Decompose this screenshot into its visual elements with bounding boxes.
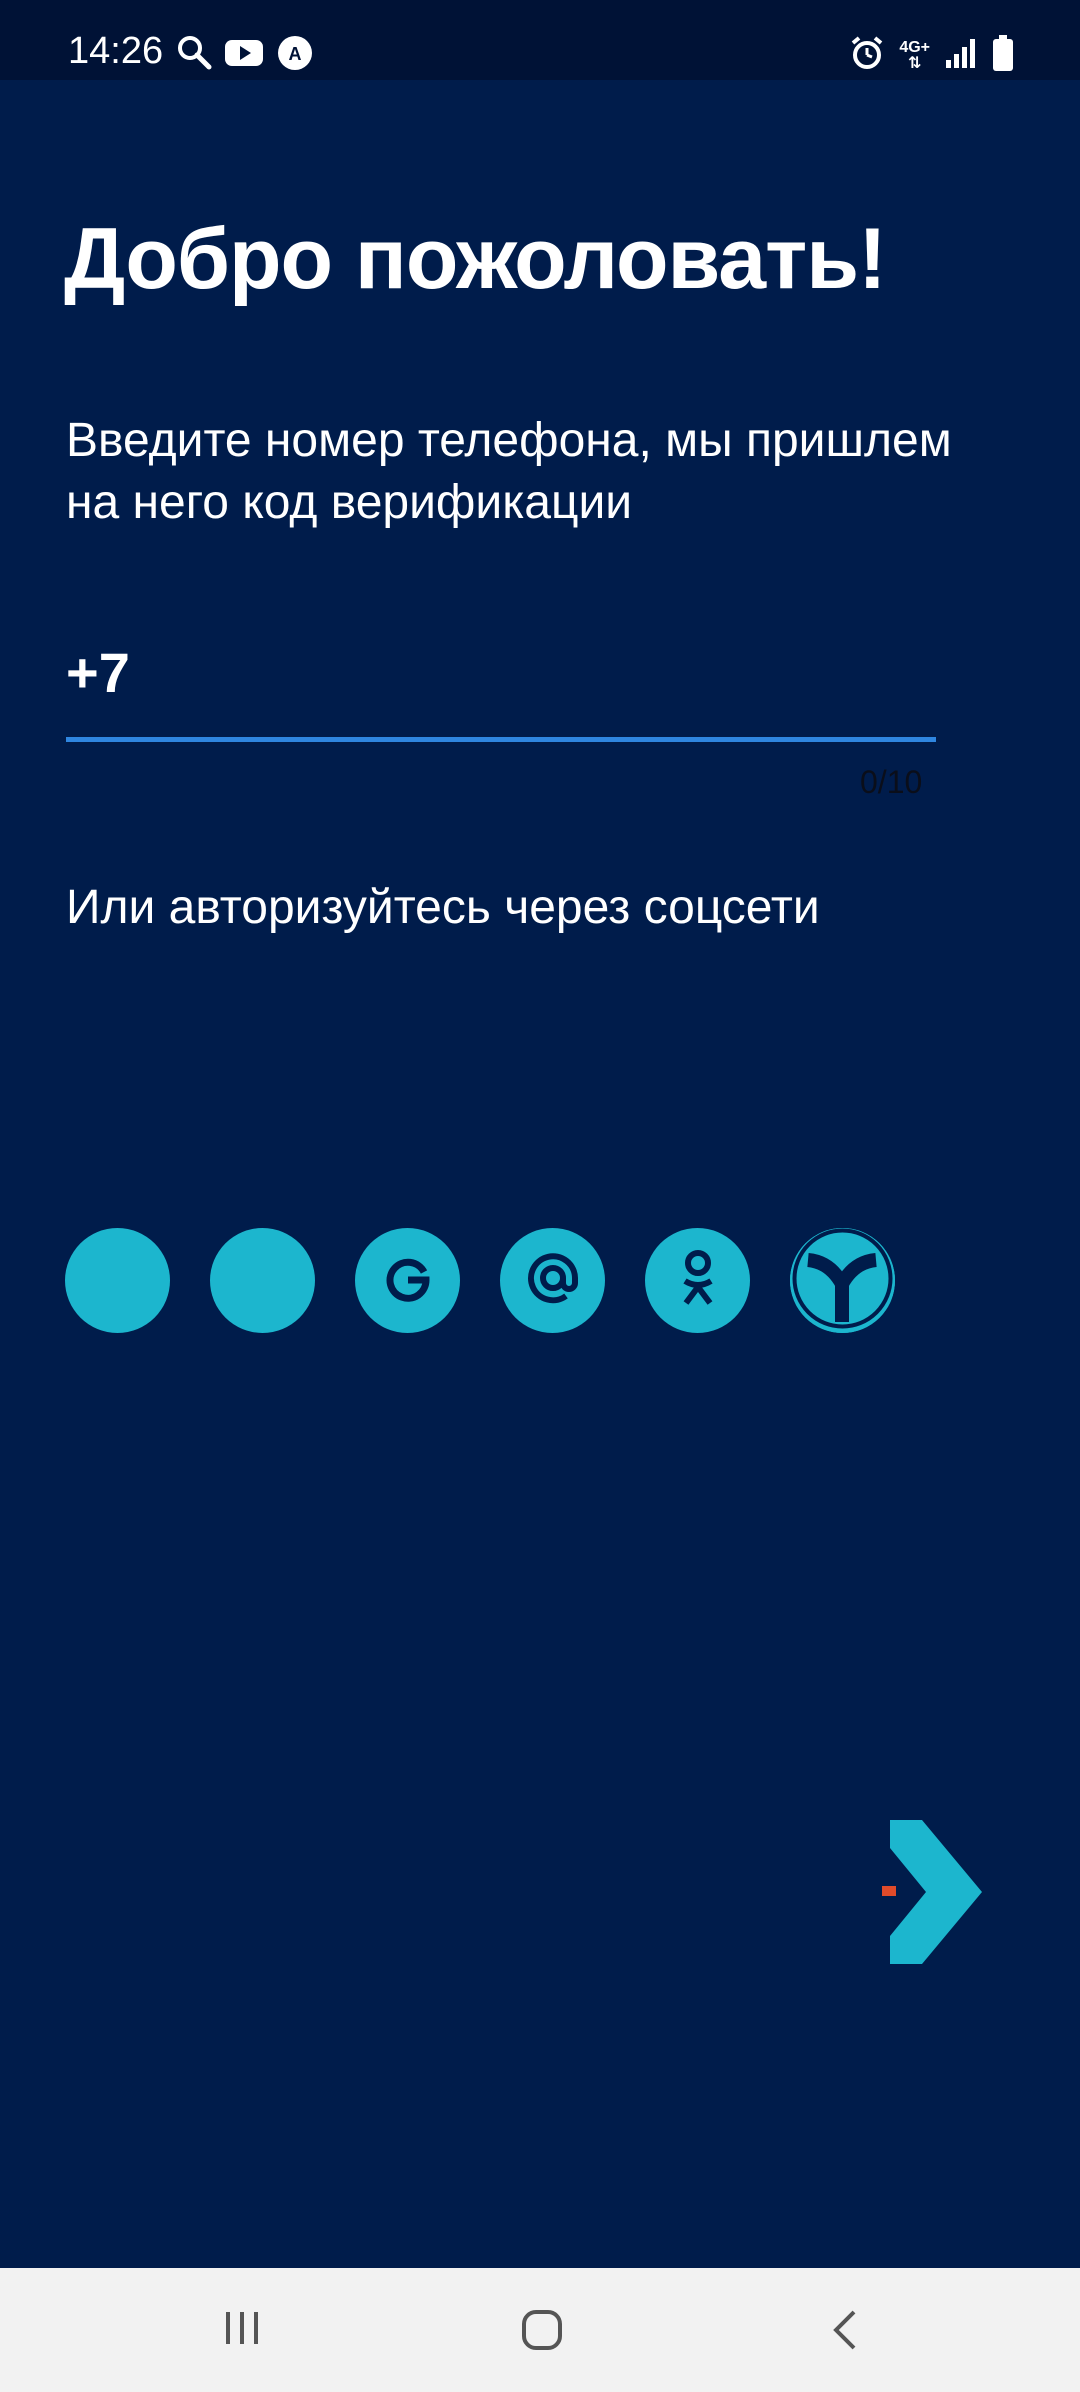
phone-input-underline [66, 737, 936, 742]
data-arrows-icon: ⇅ [907, 54, 922, 72]
social-login-title: Или авторизуйтесь через соцсети [66, 881, 820, 934]
social-mail-button[interactable] [500, 1228, 605, 1333]
status-icons-right: 4G+ ⇅ [849, 34, 1014, 77]
social-blank-1-button[interactable] [65, 1228, 170, 1333]
network-4g-icon: 4G+ ⇅ [899, 38, 930, 72]
social-blank-2-button[interactable] [210, 1228, 315, 1333]
phone-input[interactable]: +7 [66, 640, 934, 740]
social-yandex-button[interactable] [790, 1228, 895, 1333]
social-google-button[interactable] [355, 1228, 460, 1333]
google-icon [380, 1250, 436, 1311]
network-label: 4G+ [899, 38, 930, 56]
phone-char-counter: 0/10 [860, 764, 923, 800]
youtube-icon [224, 34, 264, 77]
recent-apps-icon[interactable] [222, 2308, 262, 2353]
odnoklassniki-icon [670, 1245, 726, 1316]
search-icon [176, 34, 212, 77]
next-button[interactable] [870, 1812, 990, 1972]
system-nav-bar [0, 2268, 1080, 2392]
home-icon[interactable] [520, 2308, 564, 2357]
signal-icon [944, 36, 978, 75]
at-icon [518, 1243, 588, 1318]
status-time: 14:26 [68, 30, 164, 72]
phone-instructions: Введите номер телефона, мы пришлем на не… [66, 414, 952, 529]
yandex-icon [790, 1226, 895, 1336]
status-bar: 14:26 A 4G+ ⇅ [0, 0, 1080, 80]
back-icon[interactable] [830, 2308, 860, 2357]
status-icons-left: A [176, 34, 314, 77]
alarm-icon [849, 35, 885, 76]
svg-text:A: A [289, 44, 302, 64]
battery-icon [992, 34, 1014, 77]
page-title: Добро пожоловать! [64, 211, 887, 307]
chevron-right-icon [870, 1820, 990, 1976]
translate-icon: A [276, 34, 314, 77]
social-login-row [65, 1228, 895, 1333]
social-ok-button[interactable] [645, 1228, 750, 1333]
